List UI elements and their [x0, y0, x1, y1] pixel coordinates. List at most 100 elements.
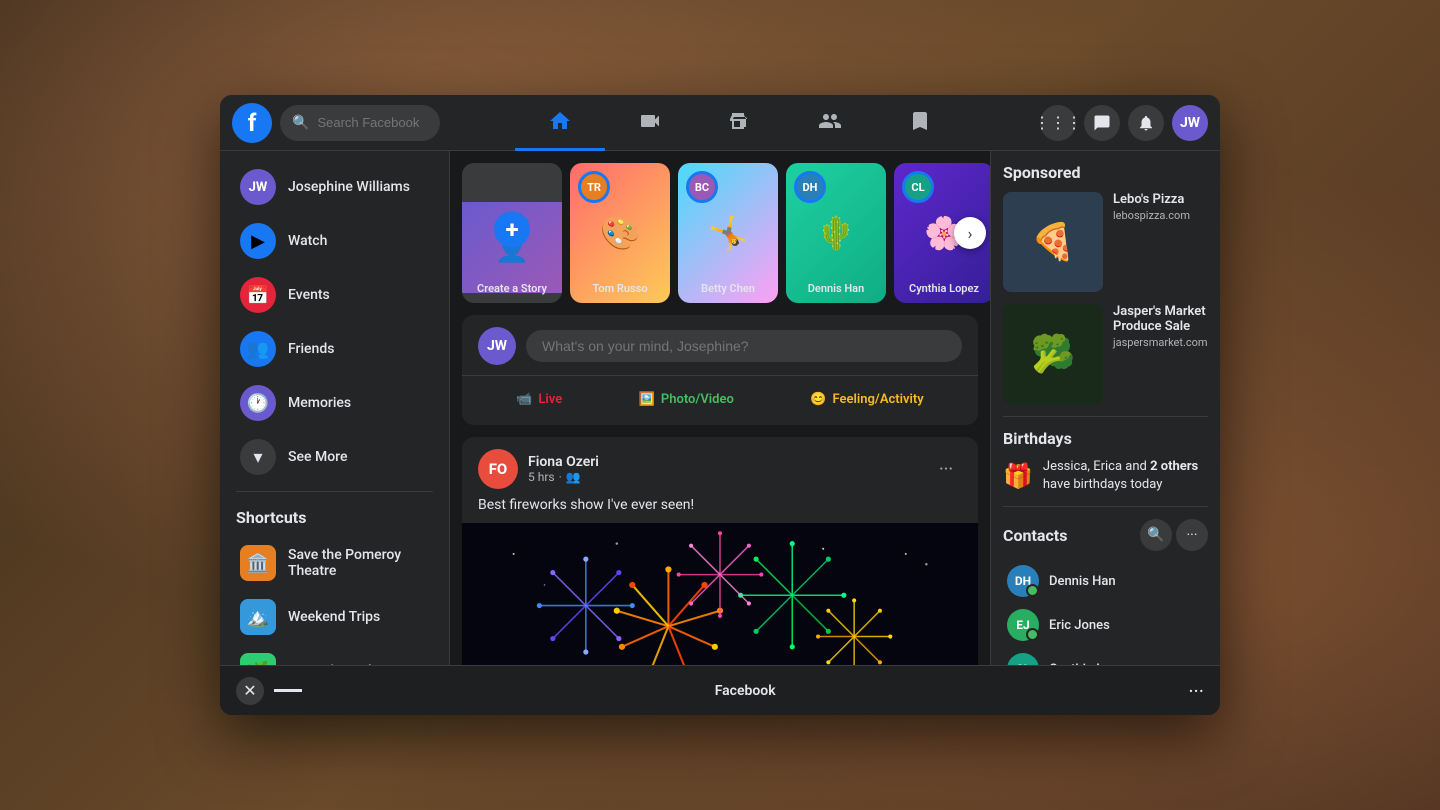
story-create[interactable]: 👤 + Create a Story	[462, 163, 562, 303]
live-label: Live	[538, 392, 562, 407]
ad-jaspers-image: 🥦	[1003, 304, 1103, 404]
tab-home[interactable]	[515, 95, 605, 151]
composer-input[interactable]	[526, 330, 962, 362]
top-bar: f 🔍	[220, 95, 1220, 151]
events-label: Events	[288, 287, 330, 303]
post-header: FO Fiona Ozeri 5 hrs · 👥 ···	[462, 437, 978, 497]
search-input[interactable]	[317, 115, 428, 130]
messenger-button[interactable]	[1084, 105, 1120, 141]
tab-gaming[interactable]	[875, 95, 965, 151]
sidebar-item-watch[interactable]: ▶ Watch	[228, 215, 441, 267]
contact-dennis-name: Dennis Han	[1049, 574, 1116, 589]
memories-icon: 🕐	[240, 385, 276, 421]
photo-video-button[interactable]: 🖼️ Photo/Video	[627, 386, 746, 413]
story-betty-label: Betty Chen	[678, 282, 778, 295]
contact-cynthia[interactable]: CL Cynthia Lopez	[1003, 647, 1208, 665]
contacts-search-button[interactable]: 🔍	[1140, 519, 1172, 551]
search-bar[interactable]: 🔍	[280, 105, 440, 141]
center-feed: 👤 + Create a Story 🎨 TR Tom Russo 🤸 BC B…	[450, 151, 990, 665]
story-tom-label: Tom Russo	[570, 282, 670, 295]
weekend-label: Weekend Trips	[288, 609, 380, 625]
story-cynthia-label: Cynthia Lopez	[894, 282, 990, 295]
ad-jaspers[interactable]: 🥦 Jasper's Market Produce Sale jaspersma…	[1003, 304, 1208, 404]
contact-dennis[interactable]: DH Dennis Han	[1003, 559, 1208, 603]
ad-lebo-title: Lebo's Pizza	[1113, 192, 1208, 207]
story-betty-chen[interactable]: 🤸 BC Betty Chen	[678, 163, 778, 303]
create-story-plus: +	[494, 211, 530, 247]
composer-avatar: JW	[478, 327, 516, 365]
contacts-title: Contacts	[1003, 526, 1136, 545]
stories-next-button[interactable]: ›	[954, 217, 986, 249]
bottom-more-button[interactable]: ···	[1188, 679, 1204, 703]
tab-marketplace[interactable]	[695, 95, 785, 151]
contacts-more-button[interactable]: ···	[1176, 519, 1208, 551]
feeling-icon: 😊	[810, 392, 826, 407]
shortcut-jaspers[interactable]: 🌿 Jasper's Market	[228, 645, 441, 665]
events-icon: 📅	[240, 277, 276, 313]
post-fireworks-image	[462, 523, 978, 665]
see-more-label-1: See More	[288, 449, 347, 465]
shortcuts-title: Shortcuts	[220, 500, 449, 535]
notifications-button[interactable]	[1128, 105, 1164, 141]
ad-lebo[interactable]: 🍕 Lebo's Pizza lebospizza.com	[1003, 192, 1208, 292]
watch-icon: ▶	[240, 223, 276, 259]
post-visibility-icon: 👥	[566, 470, 581, 484]
nav-tabs	[440, 95, 1040, 151]
contact-eric-avatar: EJ	[1007, 609, 1039, 641]
contact-cynthia-avatar: CL	[1007, 653, 1039, 665]
tab-groups[interactable]	[785, 95, 875, 151]
close-button[interactable]: ✕	[236, 677, 264, 705]
ad-jaspers-title: Jasper's Market Produce Sale	[1113, 304, 1208, 334]
contacts-header: Contacts 🔍 ···	[1003, 519, 1208, 551]
see-more-button-1[interactable]: ▾ See More	[228, 431, 441, 483]
section-divider-1	[1003, 416, 1208, 417]
post-author-avatar: FO	[478, 449, 518, 489]
groups-icon	[818, 109, 842, 133]
feeling-label: Feeling/Activity	[832, 392, 923, 407]
post-author-name[interactable]: Fiona Ozeri	[528, 454, 920, 470]
friends-label: Friends	[288, 341, 334, 357]
weekend-image: 🏔️	[240, 599, 276, 635]
minimize-button[interactable]	[274, 689, 302, 692]
sidebar-item-events[interactable]: 📅 Events	[228, 269, 441, 321]
story-dennis-avatar: DH	[794, 171, 826, 203]
feeling-button[interactable]: 😊 Feeling/Activity	[798, 386, 935, 413]
shortcut-pomeroy[interactable]: 🏛️ Save the Pomeroy Theatre	[228, 537, 441, 589]
bottom-bar: ✕ Facebook ···	[220, 665, 1220, 715]
story-dennis-han[interactable]: 🌵 DH Dennis Han	[786, 163, 886, 303]
memories-label: Memories	[288, 395, 351, 411]
sidebar-item-friends[interactable]: 👥 Friends	[228, 323, 441, 375]
birthdays-row: 🎁 Jessica, Erica and 2 others have birth…	[1003, 458, 1208, 494]
stories-row: 👤 + Create a Story 🎨 TR Tom Russo 🤸 BC B…	[462, 163, 978, 303]
post-dot: ·	[559, 470, 562, 484]
ad-jaspers-info: Jasper's Market Produce Sale jaspersmark…	[1113, 304, 1208, 404]
post-author-info: Fiona Ozeri 5 hrs · 👥	[528, 454, 920, 484]
contact-eric[interactable]: EJ Eric Jones	[1003, 603, 1208, 647]
post-more-button[interactable]: ···	[930, 453, 962, 485]
sidebar-item-memories[interactable]: 🕐 Memories	[228, 377, 441, 429]
sidebar-item-profile[interactable]: JW Josephine Williams	[228, 161, 441, 213]
friends-icon: 👥	[240, 331, 276, 367]
post-time: 5 hrs	[528, 470, 555, 484]
search-icon: 🔍	[292, 115, 309, 131]
ad-jaspers-url: jaspersmarket.com	[1113, 336, 1208, 349]
story-dennis-label: Dennis Han	[786, 282, 886, 295]
app-window: f 🔍	[220, 95, 1220, 715]
create-story-label: Create a Story	[462, 282, 562, 295]
tab-watch[interactable]	[605, 95, 695, 151]
fb-logo[interactable]: f	[232, 103, 272, 143]
menu-button[interactable]: ⋮⋮⋮	[1040, 105, 1076, 141]
composer-divider	[462, 375, 978, 376]
photo-label: Photo/Video	[661, 392, 734, 407]
profile-avatar: JW	[240, 169, 276, 205]
profile-name: Josephine Williams	[288, 179, 410, 195]
user-avatar-button[interactable]: JW	[1172, 105, 1208, 141]
live-button[interactable]: 📹 Live	[504, 386, 574, 413]
post-composer: JW 📹 Live 🖼️ Photo/Video 😊 Feeli	[462, 315, 978, 425]
shortcut-weekend[interactable]: 🏔️ Weekend Trips	[228, 591, 441, 643]
birthday-icon: 🎁	[1003, 462, 1033, 490]
live-icon: 📹	[516, 392, 532, 407]
section-divider-2	[1003, 506, 1208, 507]
sponsored-title: Sponsored	[1003, 163, 1208, 182]
story-tom-russo[interactable]: 🎨 TR Tom Russo	[570, 163, 670, 303]
